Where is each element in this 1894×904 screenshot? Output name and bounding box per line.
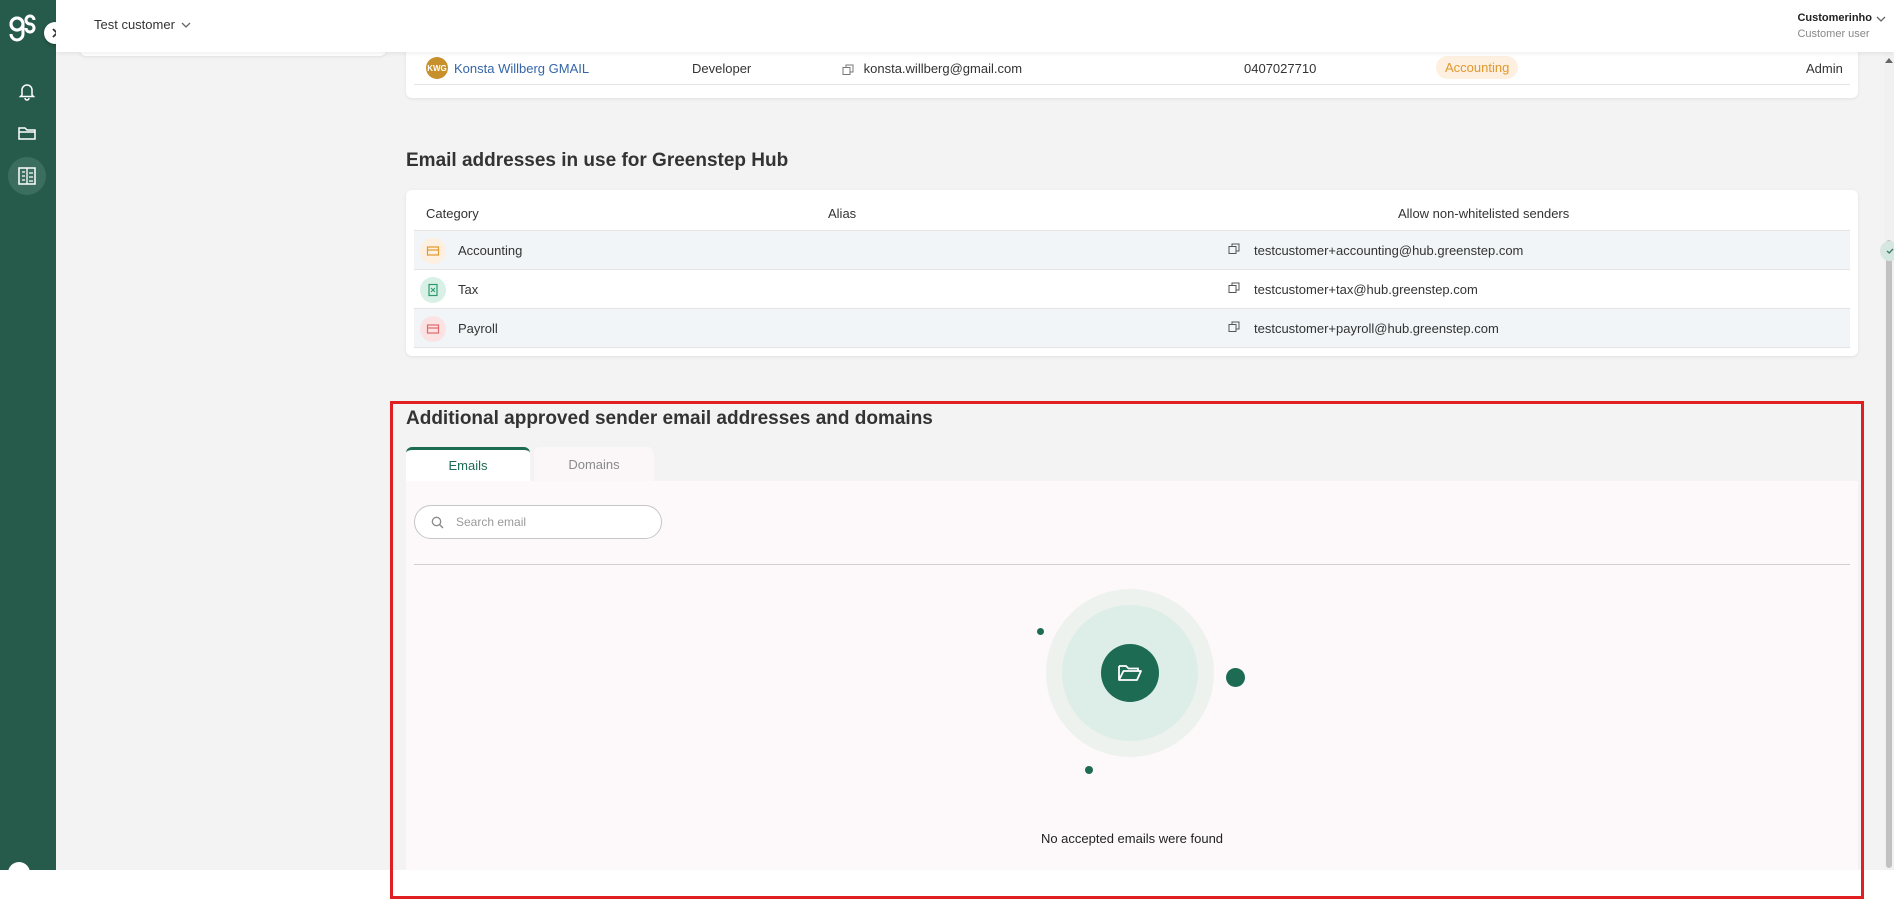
email-alias-table: Category Alias Allow non-whitelisted sen…	[406, 190, 1894, 356]
user-title: Developer	[692, 61, 752, 76]
user-role-cell: Admin	[1806, 61, 1843, 76]
user-name: Customerinho	[1797, 12, 1872, 24]
bell-icon	[18, 84, 36, 101]
tax-icon	[420, 277, 446, 303]
highlight-annotation	[390, 401, 1864, 899]
user-email: konsta.willberg@gmail.com	[863, 61, 1023, 76]
copy-icon[interactable]	[842, 64, 854, 76]
building-icon	[18, 167, 36, 185]
table-row: KWG Konsta Willberg GMAIL Developer kons…	[414, 54, 1850, 85]
table-row: Payroll testcustomer+payroll@hub.greenst…	[414, 309, 1850, 348]
customer-name: Test customer	[94, 17, 175, 32]
category-label: Tax	[458, 282, 479, 297]
table-row: Accounting testcustomer+accounting@hub.g…	[414, 231, 1894, 270]
documents-nav[interactable]	[8, 114, 46, 152]
top-header: Test customer Customerinho Customer user	[56, 0, 1894, 52]
chevron-down-icon	[181, 22, 191, 28]
company-nav[interactable]	[8, 157, 46, 195]
customer-selector[interactable]: Test customer	[94, 17, 191, 32]
alias-email: testcustomer+tax@hub.greenstep.com	[1254, 282, 1478, 297]
folder-icon	[18, 127, 36, 140]
category-label: Payroll	[458, 321, 498, 336]
alias-email: testcustomer+payroll@hub.greenstep.com	[1254, 321, 1499, 336]
avatar: KWG	[426, 57, 448, 79]
user-phone: 0407027710	[1244, 61, 1317, 76]
copy-icon[interactable]	[1228, 282, 1240, 294]
chevron-down-icon	[1876, 16, 1886, 22]
payroll-icon	[420, 316, 446, 342]
user-email-cell: konsta.willberg@gmail.com	[842, 61, 1022, 76]
table-header: Category Alias Allow non-whitelisted sen…	[414, 200, 1850, 231]
alias-email: testcustomer+accounting@hub.greenstep.co…	[1254, 243, 1524, 258]
sidebar	[0, 0, 66, 884]
notifications-nav[interactable]	[8, 72, 46, 110]
copy-icon[interactable]	[1228, 243, 1240, 255]
user-role: Customer user	[1797, 28, 1870, 40]
email-section-title: Email addresses in use for Greenstep Hub	[406, 150, 789, 171]
table-row: Tax testcustomer+tax@hub.greenstep.com	[414, 270, 1850, 309]
column-header-alias: Alias	[828, 206, 857, 221]
scrollbar-thumb[interactable]	[1886, 240, 1892, 868]
user-name-link[interactable]: Konsta Willberg GMAIL	[454, 61, 589, 76]
column-header-category: Category	[426, 206, 479, 221]
allow-check-icon	[1880, 241, 1894, 261]
category-badge: Accounting	[1436, 56, 1519, 79]
scroll-up-arrow-icon[interactable]	[1885, 58, 1893, 63]
page-scrollbar[interactable]	[1884, 52, 1894, 870]
greenstep-logo[interactable]	[8, 14, 38, 44]
category-label: Accounting	[458, 243, 523, 258]
column-header-allow: Allow non-whitelisted senders	[1398, 206, 1570, 221]
user-menu[interactable]: Customerinho Customer user	[1797, 12, 1886, 40]
copy-icon[interactable]	[1228, 321, 1240, 333]
accounting-icon	[420, 238, 446, 264]
